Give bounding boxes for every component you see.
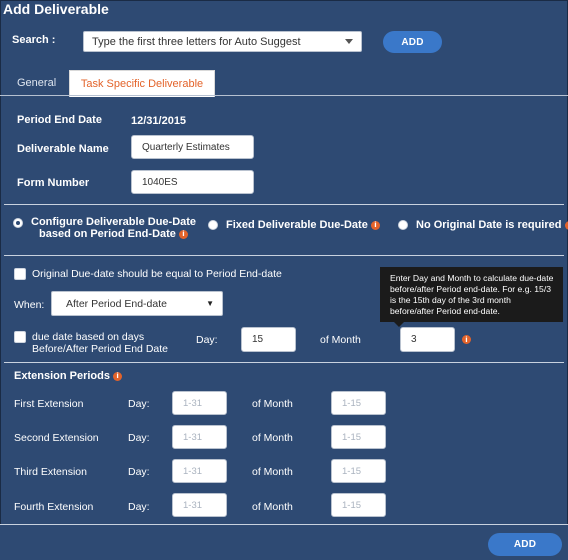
second-extension-day-input[interactable]: 1-31 <box>172 425 227 449</box>
fourth-extension-label: Fourth Extension <box>14 501 94 513</box>
first-extension-day-input[interactable]: 1-31 <box>172 391 227 415</box>
of-month-label: of Month <box>320 334 361 346</box>
configure-due-date-label: Configure Deliverable Due-Date based on … <box>31 216 196 240</box>
dialog-footer <box>0 524 568 560</box>
no-original-date-text: No Original Date is required <box>416 219 562 231</box>
extension-periods-heading: Extension Periods i <box>14 370 123 382</box>
when-select[interactable]: After Period End-date ▼ <box>51 291 223 316</box>
info-icon[interactable]: i <box>370 220 380 230</box>
extension-of-month-label: of Month <box>252 432 293 444</box>
deliverable-name-input[interactable]: Quarterly Estimates <box>131 135 254 159</box>
third-extension-label: Third Extension <box>14 466 87 478</box>
search-label: Search : <box>12 34 56 46</box>
first-extension-label: First Extension <box>14 398 84 410</box>
days-based-checkbox[interactable] <box>14 331 26 343</box>
search-input[interactable]: Type the first three letters for Auto Su… <box>83 31 362 52</box>
due-date-tooltip: Enter Day and Month to calculate due-dat… <box>380 267 563 327</box>
extension-day-label: Day: <box>128 501 150 513</box>
extension-of-month-label: of Month <box>252 501 293 513</box>
radio-no-original-date[interactable] <box>398 220 408 230</box>
deliverable-name-label: Deliverable Name <box>17 143 109 155</box>
tabs-divider <box>0 95 568 96</box>
equal-period-end-checkbox[interactable] <box>14 268 26 280</box>
configure-due-date-line2: based on Period End-Date <box>39 228 176 240</box>
tab-task-specific-deliverable[interactable]: Task Specific Deliverable <box>69 70 215 97</box>
info-icon[interactable]: i <box>178 229 188 239</box>
form-number-input[interactable]: 1040ES <box>131 170 254 194</box>
fixed-due-date-text: Fixed Deliverable Due-Date <box>226 219 368 231</box>
third-extension-month-input[interactable]: 1-15 <box>331 459 386 483</box>
extension-of-month-label: of Month <box>252 398 293 410</box>
dropdown-arrow-icon: ▼ <box>206 299 214 308</box>
extension-day-label: Day: <box>128 466 150 478</box>
day-label: Day: <box>196 334 218 346</box>
day-input[interactable]: 15 <box>241 327 296 352</box>
configure-due-date-line2-wrap: based on Period End-Date i <box>31 228 196 240</box>
month-input[interactable]: 3 <box>400 327 455 352</box>
form-number-label: Form Number <box>17 177 90 189</box>
fourth-extension-month-input[interactable]: 1-15 <box>331 493 386 517</box>
period-end-date-value: 12/31/2015 <box>131 115 187 127</box>
first-extension-month-input[interactable]: 1-15 <box>331 391 386 415</box>
when-select-value: After Period End-date <box>66 297 167 310</box>
no-original-date-label: No Original Date is required i <box>416 219 568 231</box>
extension-periods-title: Extension Periods <box>14 370 110 382</box>
radio-fixed-due-date[interactable] <box>208 220 218 230</box>
second-extension-month-input[interactable]: 1-15 <box>331 425 386 449</box>
when-label: When: <box>14 299 45 311</box>
extension-day-label: Day: <box>128 398 150 410</box>
dialog-title: Add Deliverable <box>3 1 109 17</box>
days-based-line1: due date based on days <box>32 331 145 343</box>
equal-period-end-label: Original Due-date should be equal to Per… <box>32 268 282 280</box>
extension-of-month-label: of Month <box>252 466 293 478</box>
fourth-extension-day-input[interactable]: 1-31 <box>172 493 227 517</box>
configure-due-date-line1: Configure Deliverable Due-Date <box>31 216 197 228</box>
footer-add-button[interactable]: ADD <box>488 533 562 556</box>
info-icon[interactable]: i <box>462 335 471 344</box>
extension-day-label: Day: <box>128 432 150 444</box>
info-icon[interactable]: i <box>564 220 568 230</box>
period-end-date-label: Period End Date <box>17 114 102 126</box>
second-extension-label: Second Extension <box>14 432 99 444</box>
info-icon[interactable]: i <box>113 371 123 381</box>
search-add-button[interactable]: ADD <box>383 31 442 53</box>
third-extension-day-input[interactable]: 1-31 <box>172 459 227 483</box>
days-based-line2: Before/After Period End Date <box>32 343 168 355</box>
tab-general[interactable]: General <box>17 77 56 89</box>
days-based-label: due date based on days Before/After Peri… <box>32 331 168 355</box>
fixed-due-date-label: Fixed Deliverable Due-Date i <box>226 219 380 231</box>
chevron-down-icon <box>345 39 353 44</box>
radio-configure-due-date[interactable] <box>13 218 23 228</box>
search-placeholder: Type the first three letters for Auto Su… <box>92 35 301 48</box>
section-divider <box>4 255 564 256</box>
section-divider <box>4 204 564 205</box>
section-divider <box>4 362 564 363</box>
